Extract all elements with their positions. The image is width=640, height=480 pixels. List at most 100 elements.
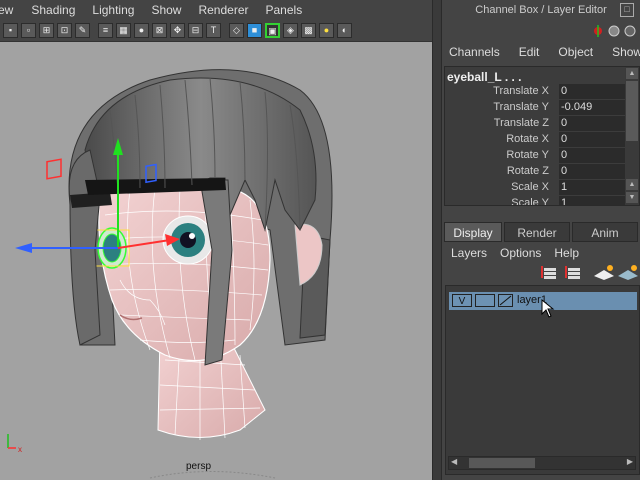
scroll-thumb[interactable] (626, 81, 638, 141)
attr-row-translate-z: Translate Z 0 (445, 116, 625, 132)
attr-value-field[interactable]: 1 (559, 180, 625, 195)
attr-label[interactable]: Scale X (511, 181, 549, 193)
manipulator-mode-icon[interactable] (594, 25, 602, 37)
menu-channels[interactable]: Channels (449, 45, 500, 59)
attr-label[interactable]: Rotate Z (507, 165, 549, 177)
resolution-gate-icon[interactable]: ● (134, 22, 149, 38)
smooth-shade-icon[interactable]: ■ (247, 22, 262, 38)
image-plane-icon[interactable]: ▫ (21, 22, 36, 38)
menu-edit[interactable]: Edit (519, 45, 540, 59)
channel-box: eyeball_L . . . Translate X 0 Translate … (444, 66, 640, 206)
gate-mask-icon[interactable]: ⊠ (152, 22, 167, 38)
menu-show[interactable]: Show (151, 3, 181, 17)
attr-value-field[interactable]: 1 (559, 196, 625, 205)
panel-title: Channel Box / Layer Editor (475, 4, 607, 16)
viewport-panel[interactable]: ew Shading Lighting Show Renderer Panels… (0, 0, 432, 480)
axis-x-label: x (18, 445, 22, 454)
scroll-up-icon[interactable]: ▲ (626, 68, 638, 79)
menu-help[interactable]: Help (554, 246, 579, 260)
attr-label[interactable]: Rotate X (506, 133, 549, 145)
attr-row-rotate-x: Rotate X 0 (445, 132, 625, 148)
layer-row[interactable]: V layer1 (449, 292, 637, 318)
shadows-icon[interactable]: ◐ (337, 22, 352, 38)
slash-icon (499, 295, 512, 306)
channel-box-menu-bar: Channels Edit Object Show (442, 42, 640, 62)
attr-label[interactable]: Translate Z (494, 117, 549, 129)
attr-value-field[interactable]: 0 (559, 164, 625, 179)
attr-label[interactable]: Rotate Y (506, 149, 549, 161)
menu-show-cb[interactable]: Show (612, 45, 640, 59)
object-name[interactable]: eyeball_L . . . (447, 70, 521, 84)
new-layer-selected-icon[interactable] (618, 265, 638, 280)
menu-view[interactable]: ew (0, 3, 13, 17)
attr-row-translate-x: Translate X 0 (445, 84, 625, 100)
layer-menu-bar: Layers Options Help (442, 244, 640, 262)
scroll-thumb[interactable] (469, 458, 535, 468)
z-axis-arrow-icon[interactable] (15, 243, 32, 253)
attr-label[interactable]: Scale Y (511, 197, 549, 205)
layer-list: V layer1 ◀ ▶ (445, 285, 640, 475)
all-lights-icon[interactable]: ● (319, 22, 334, 38)
channel-box-scrollbar[interactable]: ▲ ▲ ▼ (625, 67, 639, 205)
attr-value-field[interactable]: 0 (559, 148, 625, 163)
wireframe-on-shaded-icon[interactable]: ▣ (265, 22, 280, 38)
panel-splitter[interactable] (432, 0, 442, 480)
menu-options[interactable]: Options (500, 246, 541, 260)
frame-all-icon[interactable]: ⊞ (39, 22, 54, 38)
attr-value-field[interactable]: 0 (559, 84, 625, 99)
frame-selected-icon[interactable]: ⊡ (57, 22, 72, 38)
scroll-up-icon[interactable]: ▲ (626, 179, 638, 190)
scroll-right-icon[interactable]: ▶ (627, 457, 633, 466)
grid-icon[interactable]: ≡ (98, 22, 113, 38)
plane-handle-xy[interactable] (46, 158, 62, 180)
hyperbolic-mode-icon[interactable] (624, 25, 636, 37)
viewport-toolbar: ▪ ▫ ⊞ ⊡ ✎ ≡ ▦ ● ⊠ ✥ ⊟ T ◇ ■ ▣ ◈ ▩ ● ◐ (0, 19, 432, 42)
menu-lighting[interactable]: Lighting (92, 3, 134, 17)
attr-row-scale-y: Scale Y 1 (445, 196, 625, 205)
move-layer-down-icon[interactable] (565, 266, 580, 279)
layer-visibility-toggle[interactable]: V (452, 294, 472, 307)
attr-row-rotate-y: Rotate Y 0 (445, 148, 625, 164)
text-icon[interactable]: T (206, 22, 221, 38)
viewport-menu-bar: ew Shading Lighting Show Renderer Panels (0, 0, 432, 19)
attr-value-field[interactable]: 0 (559, 132, 625, 147)
camera-icon[interactable]: ▪ (3, 22, 18, 38)
menu-object[interactable]: Object (558, 45, 593, 59)
attr-value-field[interactable]: -0.049 (559, 100, 625, 115)
face-mesh[interactable] (98, 183, 271, 362)
field-chart-icon[interactable]: ✥ (170, 22, 185, 38)
attr-label[interactable]: Translate Y (493, 101, 549, 113)
checker-icon[interactable]: ▩ (301, 22, 316, 38)
tab-render[interactable]: Render (504, 222, 570, 242)
menu-panels[interactable]: Panels (266, 3, 303, 17)
speed-mode-icon[interactable] (608, 25, 620, 37)
channel-box-mode-icons (592, 24, 638, 41)
mouse-cursor-icon (541, 299, 555, 318)
bookmark-icon[interactable]: ✎ (75, 22, 90, 38)
safe-action-icon[interactable]: ⊟ (188, 22, 203, 38)
menu-layers[interactable]: Layers (451, 246, 487, 260)
tab-anim[interactable]: Anim (572, 222, 638, 242)
attr-value-field[interactable]: 0 (559, 116, 625, 131)
layer-display-type-toggle[interactable] (475, 294, 495, 307)
menu-renderer[interactable]: Renderer (198, 3, 248, 17)
camera-label: persp (186, 461, 212, 472)
textured-icon[interactable]: ◈ (283, 22, 298, 38)
film-gate-icon[interactable]: ▦ (116, 22, 131, 38)
float-panel-icon[interactable]: □ (620, 3, 634, 17)
scroll-left-icon[interactable]: ◀ (451, 457, 457, 466)
attr-row-scale-x: Scale X 1 (445, 180, 625, 196)
attr-row-rotate-z: Rotate Z 0 (445, 164, 625, 180)
menu-shading[interactable]: Shading (31, 3, 75, 17)
new-layer-icon[interactable] (594, 265, 614, 280)
scroll-down-icon[interactable]: ▼ (626, 192, 638, 203)
wireframe-icon[interactable]: ◇ (229, 22, 244, 38)
layer-color-swatch[interactable] (498, 294, 513, 307)
layer-list-scrollbar[interactable]: ◀ ▶ (448, 456, 636, 470)
attr-label[interactable]: Translate X (493, 85, 549, 97)
layer-editor-tabs: Display Render Anim (442, 222, 640, 242)
scene-canvas[interactable]: x (0, 42, 432, 480)
attr-row-translate-y: Translate Y -0.049 (445, 100, 625, 116)
tab-display[interactable]: Display (444, 222, 502, 242)
move-layer-up-icon[interactable] (541, 266, 556, 279)
